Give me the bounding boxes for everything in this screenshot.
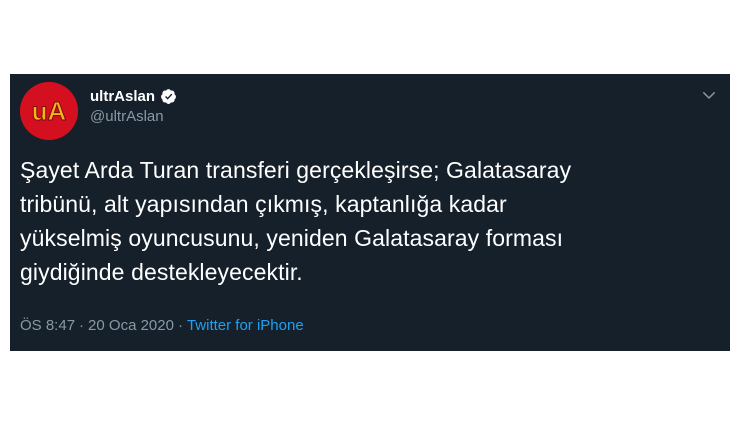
tweet-card: uA ultrAslan @ultrAslan Şayet Arda Turan…: [10, 74, 730, 351]
tweet-time[interactable]: ÖS 8:47: [20, 317, 75, 334]
tweet-meta: ÖS 8:47 · 20 Oca 2020 · Twitter for iPho…: [20, 317, 304, 334]
avatar-logo-text: uA: [32, 96, 67, 126]
verified-badge-icon: [161, 89, 176, 104]
meta-separator: ·: [177, 317, 183, 334]
tweet-source-link[interactable]: Twitter for iPhone: [187, 317, 304, 334]
ultraslan-logo: uA: [20, 82, 78, 140]
tweet-text: Şayet Arda Turan transferi gerçekleşirse…: [20, 157, 572, 285]
chevron-down-icon[interactable]: [700, 86, 718, 104]
avatar[interactable]: uA: [20, 82, 78, 140]
user-handle[interactable]: @ultrAslan: [90, 108, 164, 125]
display-name[interactable]: ultrAslan: [90, 88, 155, 105]
user-name-row: ultrAslan: [90, 88, 177, 105]
tweet-date[interactable]: 20 Oca 2020: [88, 317, 174, 334]
meta-separator: ·: [79, 317, 85, 334]
